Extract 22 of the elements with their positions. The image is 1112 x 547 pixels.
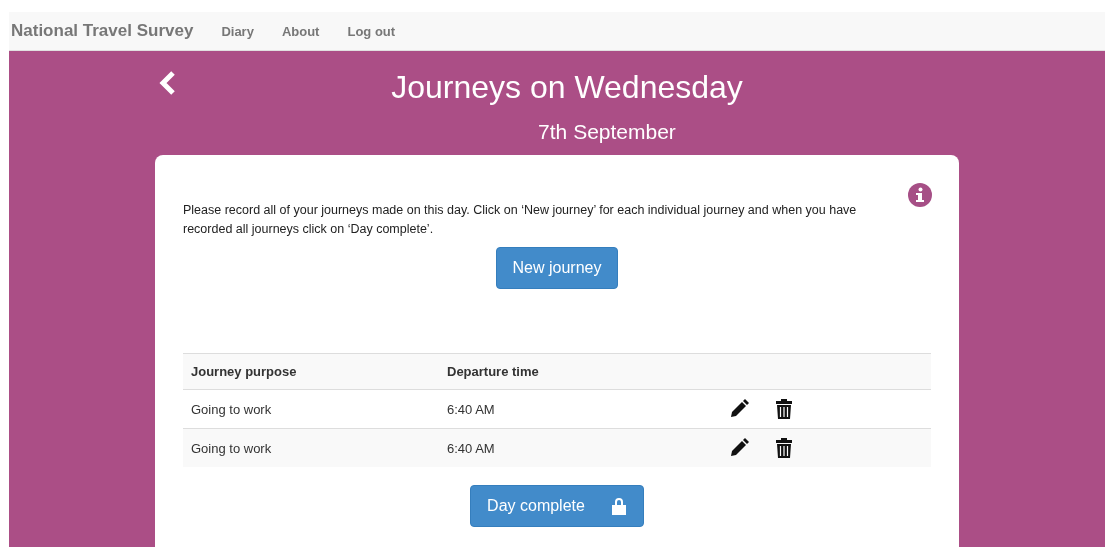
day-complete-button[interactable]: Day complete	[470, 485, 644, 527]
column-header: Departure time	[439, 353, 722, 390]
pencil-icon[interactable]	[729, 399, 750, 419]
pencil-icon[interactable]	[729, 438, 750, 458]
site-title[interactable]: National Travel Survey	[11, 21, 194, 41]
back-icon[interactable]	[159, 71, 177, 95]
nav-link[interactable]: About	[281, 23, 320, 39]
info-icon[interactable]	[908, 183, 932, 207]
trash-icon[interactable]	[775, 438, 794, 458]
table-cell: Going to work	[183, 428, 439, 467]
lock-icon	[610, 497, 627, 515]
table-cell: Going to work	[183, 389, 439, 429]
table-cell: 6:40 AM	[439, 389, 722, 429]
instructions-text: Please record all of your journeys made on this day. Click on ‘New journey’ for each individual journey and when you have recorded all journeys click on ‘Day complete’.	[183, 202, 858, 238]
nav-link[interactable]: Log out	[347, 23, 396, 39]
table-cell: 6:40 AM	[439, 428, 722, 467]
nav-link[interactable]: Diary	[221, 23, 254, 39]
trash-icon[interactable]	[775, 399, 794, 419]
column-header: Journey purpose	[183, 353, 439, 390]
date-subtitle: 7th September	[537, 120, 676, 144]
page-title: Journeys on Wednesday	[391, 69, 743, 106]
new-journey-button[interactable]: New journey	[495, 247, 619, 289]
